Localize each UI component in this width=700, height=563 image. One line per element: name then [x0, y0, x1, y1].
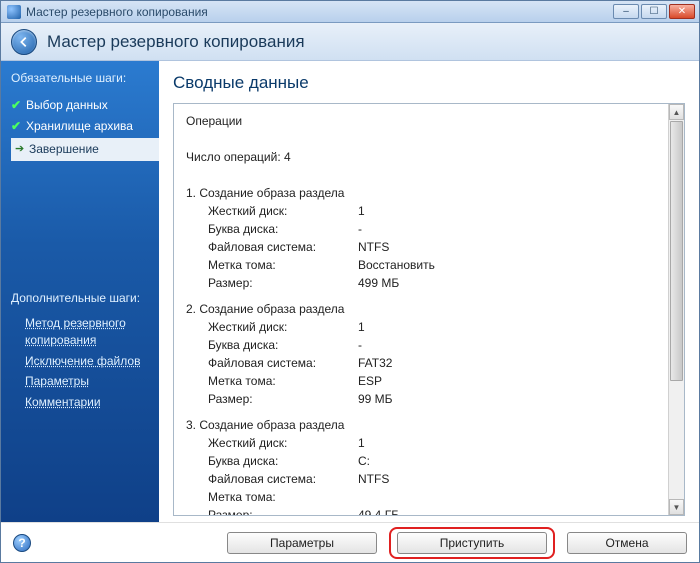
step-archive-storage[interactable]: ✔ Хранилище архива — [11, 116, 159, 138]
maximize-button[interactable]: ☐ — [641, 4, 667, 19]
scrollbar[interactable]: ▲ ▼ — [668, 104, 684, 515]
link-file-exclusion[interactable]: Исключение файлов — [11, 351, 151, 372]
app-icon — [7, 5, 21, 19]
link-backup-method[interactable]: Метод резервного копирования — [11, 313, 151, 351]
minimize-button[interactable]: – — [613, 4, 639, 19]
scroll-down-button[interactable]: ▼ — [669, 499, 684, 515]
operation-item: 3. Создание образа раздела Жесткий диск:… — [186, 416, 664, 515]
step-data-selection[interactable]: ✔ Выбор данных — [11, 95, 159, 117]
operation-item: 2. Создание образа раздела Жесткий диск:… — [186, 300, 664, 408]
step-completion[interactable]: ➔ Завершение — [11, 138, 159, 162]
options-button[interactable]: Параметры — [227, 532, 377, 554]
sidebar: Обязательные шаги: ✔ Выбор данных ✔ Хран… — [1, 61, 159, 522]
help-icon[interactable]: ? — [13, 534, 31, 552]
required-steps-title: Обязательные шаги: — [11, 71, 159, 87]
cancel-button[interactable]: Отмена — [567, 532, 687, 554]
close-button[interactable]: ✕ — [669, 4, 695, 19]
proceed-highlight: Приступить — [389, 527, 555, 559]
scroll-up-button[interactable]: ▲ — [669, 104, 684, 120]
back-button[interactable] — [11, 29, 37, 55]
operations-count: Число операций: 4 — [186, 148, 664, 166]
footer: ? Параметры Приступить Отмена — [1, 522, 699, 562]
page-title: Сводные данные — [173, 73, 685, 93]
operation-title: 1. Создание образа раздела — [186, 184, 664, 202]
link-parameters[interactable]: Параметры — [11, 371, 151, 392]
checkmark-icon: ✔ — [11, 98, 23, 114]
link-comments[interactable]: Комментарии — [11, 392, 151, 413]
header: Мастер резервного копирования — [1, 23, 699, 61]
wizard-window: Мастер резервного копирования – ☐ ✕ Маст… — [0, 0, 700, 563]
step-label: Выбор данных — [26, 98, 108, 114]
main-panel: Сводные данные Операции Число операций: … — [159, 61, 699, 522]
summary-box: Операции Число операций: 4 1. Создание о… — [173, 103, 685, 516]
step-label: Хранилище архива — [26, 119, 133, 135]
summary-content: Операции Число операций: 4 1. Создание о… — [174, 104, 668, 515]
titlebar-text: Мастер резервного копирования — [26, 5, 613, 19]
proceed-button[interactable]: Приступить — [397, 532, 547, 554]
arrow-left-icon — [17, 35, 31, 49]
operation-title: 2. Создание образа раздела — [186, 300, 664, 318]
checkmark-icon: ✔ — [11, 119, 23, 135]
operations-header: Операции — [186, 112, 664, 130]
operation-title: 3. Создание образа раздела — [186, 416, 664, 434]
step-label: Завершение — [29, 142, 99, 158]
titlebar: Мастер резервного копирования – ☐ ✕ — [1, 1, 699, 23]
arrow-right-icon: ➔ — [15, 142, 27, 156]
additional-steps-title: Дополнительные шаги: — [11, 291, 151, 307]
header-title: Мастер резервного копирования — [47, 32, 305, 52]
operation-item: 1. Создание образа раздела Жесткий диск:… — [186, 184, 664, 292]
scroll-thumb[interactable] — [670, 121, 683, 381]
